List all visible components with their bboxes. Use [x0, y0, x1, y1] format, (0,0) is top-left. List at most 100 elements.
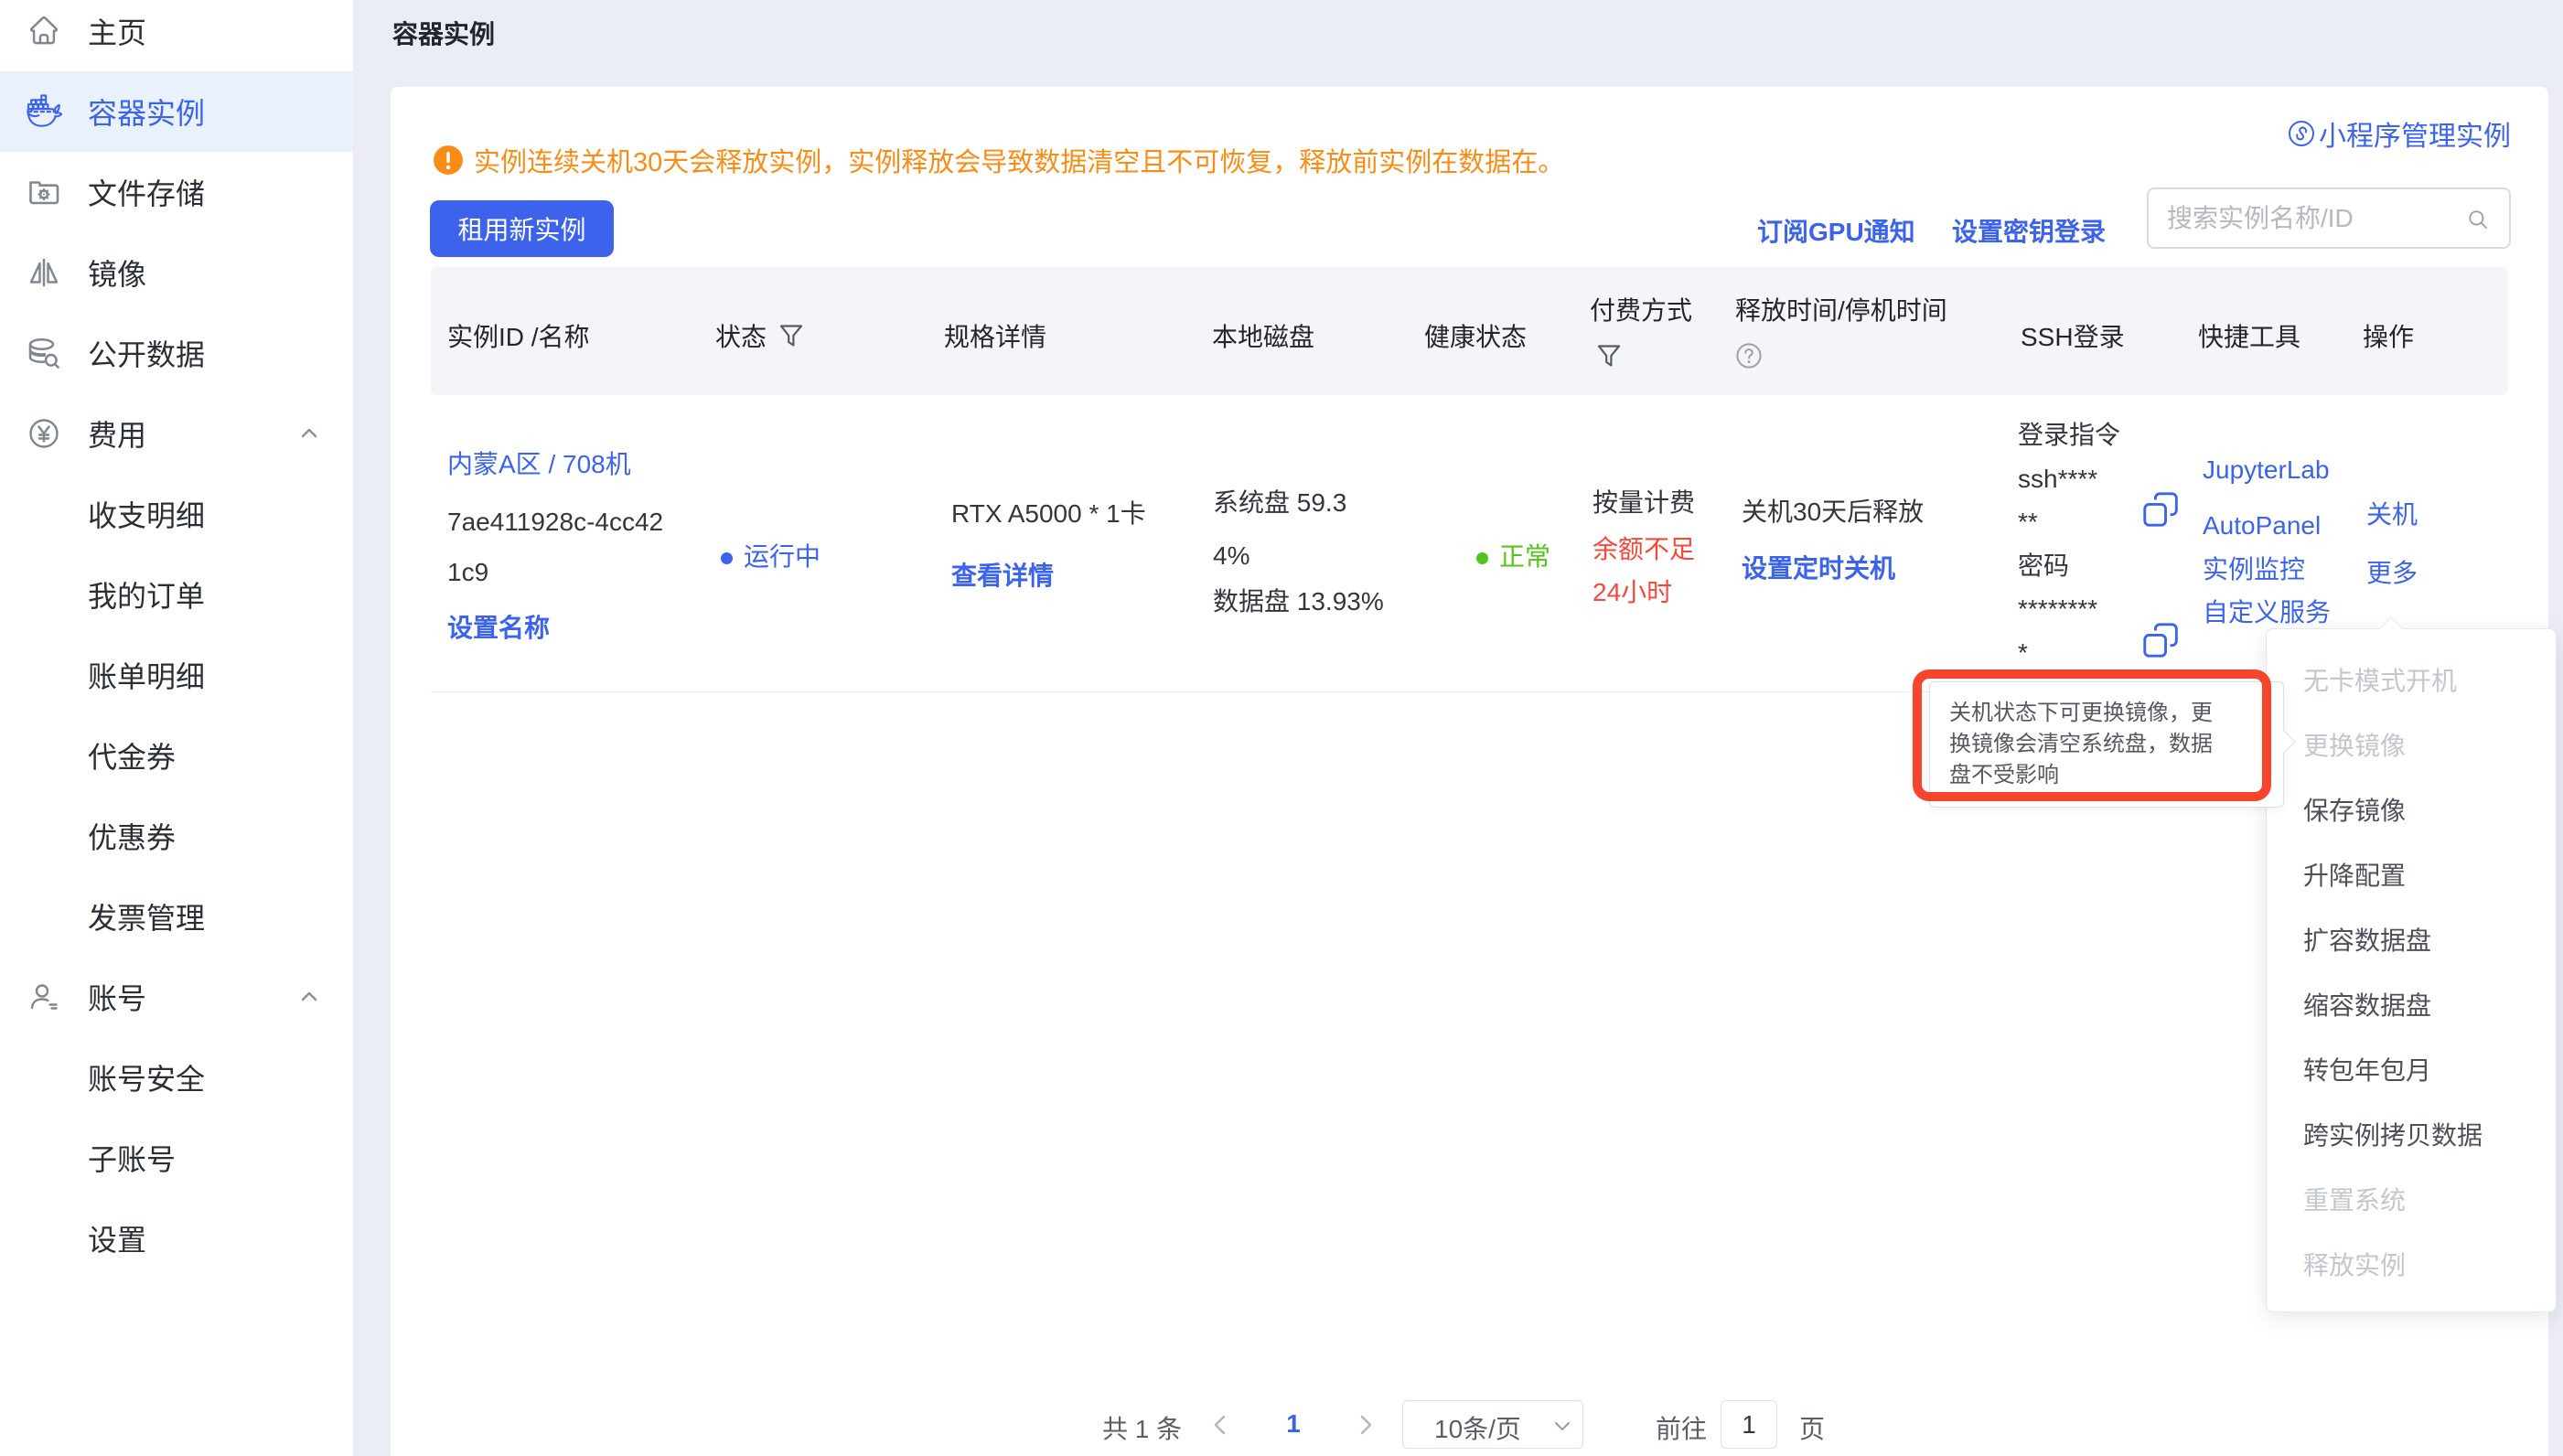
sidebar-item-account-security[interactable]: 账号安全 — [0, 1037, 353, 1118]
content-card: 实例连续关机30天会释放实例，实例释放会导致数据清空且不可恢复，释放前实例在数据… — [391, 87, 2548, 1456]
goto-page-input[interactable] — [1721, 1400, 1777, 1449]
question-circle-icon[interactable] — [1735, 342, 1763, 369]
page-number-1[interactable]: 1 — [1271, 1409, 1316, 1439]
custom-service-link[interactable]: 自定义服务 — [2203, 593, 2331, 633]
miniprogram-link-label: 小程序管理实例 — [2319, 113, 2511, 154]
ssh-login-value: ssh****** — [2018, 457, 2102, 544]
sidebar-item-label: 设置 — [88, 1217, 146, 1259]
sidebar-menu: 主页 容器实例 文件存储 镜像 公开数据 — [0, 0, 353, 1279]
menu-item-cardless-boot[interactable]: 无卡模式开机 — [2267, 648, 2556, 713]
change-image-tooltip: 关机状态下可更换镜像，更换镜像会清空系统盘，数据盘不受影响 — [1929, 681, 2284, 808]
column-header-status: 状态 — [699, 267, 928, 395]
menu-item-change-image[interactable]: 更换镜像 — [2267, 713, 2556, 778]
menu-item-expand-data-disk[interactable]: 扩容数据盘 — [2267, 908, 2556, 973]
warning-banner-text: 实例连续关机30天会释放实例，实例释放会导致数据清空且不可恢复，释放前实例在数据… — [474, 141, 1564, 179]
menu-item-cross-instance-copy[interactable]: 跨实例拷贝数据 — [2267, 1103, 2556, 1168]
chevron-up-icon[interactable] — [296, 421, 322, 446]
database-search-icon — [26, 335, 62, 371]
more-actions-menu: 无卡模式开机 更换镜像 保存镜像 升降配置 扩容数据盘 缩容数据盘 转包年包月 … — [2266, 628, 2557, 1312]
instance-row: 内蒙A区 / 708机 7ae411928c-4cc421c9 设置名称 运行中… — [431, 400, 2508, 692]
sidebar-item-label: 发票管理 — [88, 895, 205, 937]
sidebar-item-label: 账单明细 — [88, 654, 205, 696]
sidebar-item-public-data[interactable]: 公开数据 — [0, 313, 353, 393]
ssh-key-login-link[interactable]: 设置密钥登录 — [1952, 212, 2106, 249]
disk-system-usage: 系统盘 59.34% — [1213, 476, 1354, 583]
warning-banner: 实例连续关机30天会释放实例，实例释放会导致数据清空且不可恢复，释放前实例在数据… — [433, 141, 1564, 179]
sidebar-item-images[interactable]: 镜像 — [0, 232, 353, 313]
sidebar-item-label: 镜像 — [88, 252, 146, 294]
user-icon — [26, 979, 62, 1015]
menu-item-save-image[interactable]: 保存镜像 — [2267, 778, 2556, 843]
sidebar-item-account[interactable]: 账号 — [0, 957, 353, 1037]
more-action-link[interactable]: 更多 — [2366, 553, 2418, 594]
sidebar-item-label: 我的订单 — [88, 573, 205, 616]
instance-region-link[interactable]: 内蒙A区 / 708机 — [447, 444, 631, 485]
miniprogram-manage-link[interactable]: 小程序管理实例 — [2288, 113, 2511, 154]
instance-health: 正常 — [1476, 537, 1550, 577]
instance-id: 7ae411928c-4cc421c9 — [447, 497, 672, 597]
home-icon — [26, 13, 62, 49]
shutdown-action-link[interactable]: 关机 — [2366, 495, 2418, 535]
sidebar-item-sub-accounts[interactable]: 子账号 — [0, 1118, 353, 1198]
warning-circle-icon — [433, 145, 464, 176]
table-header: 实例ID /名称 状态 规格详情 本地磁盘 健康状态 付费方式 释放时间/停机时… — [431, 267, 2508, 395]
billing-mode: 按量计费 — [1592, 483, 1695, 523]
goto-page-label: 前往 — [1656, 1409, 1707, 1446]
sidebar-item-label: 容器实例 — [88, 91, 205, 133]
docker-whale-icon — [26, 93, 62, 130]
status-dot — [721, 552, 733, 564]
release-info: 关机30天后释放 — [1742, 492, 1924, 532]
copy-ssh-command-icon[interactable] — [2142, 491, 2179, 528]
menu-item-to-subscription[interactable]: 转包年包月 — [2267, 1038, 2556, 1103]
page-unit-label: 页 — [1799, 1409, 1825, 1446]
instance-status: 运行中 — [721, 537, 820, 577]
subscribe-gpu-link[interactable]: 订阅GPU通知 — [1757, 212, 1915, 249]
sidebar-item-coupons[interactable]: 优惠券 — [0, 796, 353, 876]
page-size-select[interactable]: 10条/页 — [1402, 1400, 1583, 1449]
sidebar-item-billing-details[interactable]: 收支明细 — [0, 474, 353, 554]
sidebar-item-label: 费用 — [88, 412, 146, 455]
ssh-password-label: 密码 — [2018, 544, 2120, 588]
search-input[interactable] — [2167, 189, 2450, 247]
folder-gear-icon — [26, 174, 62, 210]
sidebar-item-my-orders[interactable]: 我的订单 — [0, 554, 353, 635]
menu-item-change-config[interactable]: 升降配置 — [2267, 843, 2556, 908]
sidebar-item-label: 账号 — [88, 976, 146, 1018]
autopanel-link[interactable]: AutoPanel — [2203, 506, 2321, 546]
sidebar-item-label: 收支明细 — [88, 493, 205, 535]
page-title: 容器实例 — [392, 15, 495, 51]
chevron-up-icon[interactable] — [296, 984, 322, 1010]
column-header-tools: 快捷工具 — [2182, 267, 2346, 395]
filter-funnel-icon[interactable] — [777, 322, 805, 349]
chevron-down-icon — [1551, 1415, 1573, 1437]
spec-detail-link[interactable]: 查看详情 — [951, 556, 1054, 596]
pagination-total: 共 1 条 — [1102, 1409, 1182, 1446]
sidebar-item-fees[interactable]: 费用 — [0, 393, 353, 474]
sidebar-item-bill-details[interactable]: 账单明细 — [0, 635, 353, 715]
menu-item-shrink-data-disk[interactable]: 缩容数据盘 — [2267, 973, 2556, 1038]
rent-new-instance-button[interactable]: 租用新实例 — [430, 200, 614, 257]
sidebar-item-vouchers[interactable]: 代金券 — [0, 715, 353, 796]
sidebar-item-label: 主页 — [88, 10, 146, 52]
menu-item-reset-system[interactable]: 重置系统 — [2267, 1168, 2556, 1233]
tooltip-text: 关机状态下可更换镜像，更换镜像会清空系统盘，数据盘不受影响 — [1949, 698, 2224, 791]
instance-monitor-link[interactable]: 实例监控 — [2203, 550, 2305, 590]
set-name-link[interactable]: 设置名称 — [447, 608, 550, 648]
filter-funnel-icon[interactable] — [1595, 342, 1623, 369]
sidebar-item-container-instances[interactable]: 容器实例 — [0, 71, 353, 152]
search-icon[interactable] — [2466, 208, 2490, 231]
schedule-shutdown-link[interactable]: 设置定时关机 — [1742, 549, 1895, 589]
sidebar-item-home[interactable]: 主页 — [0, 0, 353, 71]
sidebar-item-invoice-management[interactable]: 发票管理 — [0, 876, 353, 957]
prev-page-icon[interactable] — [1211, 1412, 1229, 1438]
copy-password-icon[interactable] — [2142, 622, 2179, 658]
instance-spec: RTX A5000 * 1卡 — [951, 494, 1146, 534]
next-page-icon[interactable] — [1357, 1412, 1375, 1438]
sidebar-item-label: 子账号 — [88, 1137, 176, 1179]
sidebar-item-file-storage[interactable]: 文件存储 — [0, 152, 353, 232]
column-header-instance-id: 实例ID /名称 — [431, 267, 699, 395]
ssh-login-block: 登录指令 ssh****** 密码 ********* — [2018, 413, 2120, 674]
jupyterlab-link[interactable]: JupyterLab — [2203, 450, 2330, 490]
menu-item-release-instance[interactable]: 释放实例 — [2267, 1233, 2556, 1298]
sidebar-item-settings[interactable]: 设置 — [0, 1198, 353, 1279]
